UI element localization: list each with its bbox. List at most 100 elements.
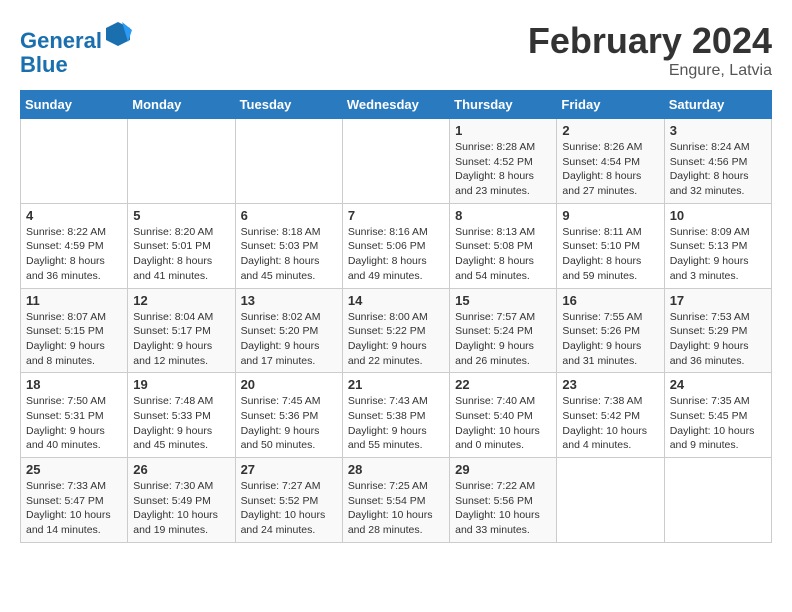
day-info: Sunrise: 7:38 AM Sunset: 5:42 PM Dayligh… — [562, 394, 658, 453]
calendar-day-cell: 25Sunrise: 7:33 AM Sunset: 5:47 PM Dayli… — [21, 458, 128, 543]
calendar-day-cell: 11 Sunrise: 8:07 AM Sunset: 5:15 PM Dayli… — [21, 288, 128, 373]
day-info: Sunrise: 8:24 AM Sunset: 4:56 PM Dayligh… — [670, 140, 766, 199]
calendar-day-cell — [235, 119, 342, 204]
day-number: 5 — [133, 208, 229, 223]
day-number: 7 — [348, 208, 444, 223]
day-number: 10 — [670, 208, 766, 223]
calendar-day-cell: 6 Sunrise: 8:18 AM Sunset: 5:03 PM Daylig… — [235, 203, 342, 288]
day-number: 9 — [562, 208, 658, 223]
calendar-day-cell: 8 Sunrise: 8:13 AM Sunset: 5:08 PM Daylig… — [450, 203, 557, 288]
day-number: 11 — [26, 293, 122, 308]
calendar-day-cell: 22 Sunrise: 7:40 AM Sunset: 5:40 PM Dayli… — [450, 373, 557, 458]
day-info: Sunrise: 7:55 AM Sunset: 5:26 PM Dayligh… — [562, 310, 658, 369]
calendar-day-cell: 10 Sunrise: 8:09 AM Sunset: 5:13 PM Dayli… — [664, 203, 771, 288]
weekday-header-cell: Tuesday — [235, 91, 342, 119]
calendar-day-cell — [664, 458, 771, 543]
calendar-week-row: 25Sunrise: 7:33 AM Sunset: 5:47 PM Dayli… — [21, 458, 772, 543]
day-info: Sunrise: 8:13 AM Sunset: 5:08 PM Dayligh… — [455, 225, 551, 284]
day-number: 14 — [348, 293, 444, 308]
calendar-week-row: 1 Sunrise: 8:28 AM Sunset: 4:52 PM Daylig… — [21, 119, 772, 204]
logo-line2: Blue — [20, 52, 68, 77]
day-number: 25 — [26, 462, 122, 477]
calendar-week-row: 4 Sunrise: 8:22 AM Sunset: 4:59 PM Daylig… — [21, 203, 772, 288]
day-info: Sunrise: 7:43 AM Sunset: 5:38 PM Dayligh… — [348, 394, 444, 453]
day-info: Sunrise: 7:40 AM Sunset: 5:40 PM Dayligh… — [455, 394, 551, 453]
day-info: Sunrise: 8:07 AM Sunset: 5:15 PM Dayligh… — [26, 310, 122, 369]
day-number: 3 — [670, 123, 766, 138]
calendar-day-cell — [128, 119, 235, 204]
day-info: Sunrise: 7:27 AM Sunset: 5:52 PM Dayligh… — [241, 479, 337, 538]
calendar-day-cell: 27 Sunrise: 7:27 AM Sunset: 5:52 PM Dayli… — [235, 458, 342, 543]
calendar-day-cell: 15 Sunrise: 7:57 AM Sunset: 5:24 PM Dayli… — [450, 288, 557, 373]
day-info: Sunrise: 7:22 AM Sunset: 5:56 PM Dayligh… — [455, 479, 551, 538]
weekday-header-cell: Friday — [557, 91, 664, 119]
calendar-day-cell: 18 Sunrise: 7:50 AM Sunset: 5:31 PM Dayli… — [21, 373, 128, 458]
day-info: Sunrise: 8:26 AM Sunset: 4:54 PM Dayligh… — [562, 140, 658, 199]
day-info: Sunrise: 8:28 AM Sunset: 4:52 PM Dayligh… — [455, 140, 551, 199]
day-info: Sunrise: 7:45 AM Sunset: 5:36 PM Dayligh… — [241, 394, 337, 453]
calendar-day-cell — [557, 458, 664, 543]
day-number: 27 — [241, 462, 337, 477]
calendar-day-cell — [342, 119, 449, 204]
calendar-day-cell: 14 Sunrise: 8:00 AM Sunset: 5:22 PM Dayli… — [342, 288, 449, 373]
sub-title: Engure, Latvia — [528, 62, 772, 80]
day-number: 23 — [562, 377, 658, 392]
calendar-week-row: 18 Sunrise: 7:50 AM Sunset: 5:31 PM Dayli… — [21, 373, 772, 458]
weekday-header-cell: Sunday — [21, 91, 128, 119]
logo-text: General Blue — [20, 20, 132, 77]
day-number: 21 — [348, 377, 444, 392]
day-info: Sunrise: 7:53 AM Sunset: 5:29 PM Dayligh… — [670, 310, 766, 369]
day-info: Sunrise: 8:20 AM Sunset: 5:01 PM Dayligh… — [133, 225, 229, 284]
day-number: 22 — [455, 377, 551, 392]
weekday-header-cell: Thursday — [450, 91, 557, 119]
calendar-day-cell: 2Sunrise: 8:26 AM Sunset: 4:54 PM Daylig… — [557, 119, 664, 204]
calendar-week-row: 11 Sunrise: 8:07 AM Sunset: 5:15 PM Dayli… — [21, 288, 772, 373]
calendar-day-cell: 23 Sunrise: 7:38 AM Sunset: 5:42 PM Dayli… — [557, 373, 664, 458]
day-info: Sunrise: 7:50 AM Sunset: 5:31 PM Dayligh… — [26, 394, 122, 453]
day-number: 4 — [26, 208, 122, 223]
day-number: 18 — [26, 377, 122, 392]
calendar-day-cell: 21 Sunrise: 7:43 AM Sunset: 5:38 PM Dayli… — [342, 373, 449, 458]
day-info: Sunrise: 8:00 AM Sunset: 5:22 PM Dayligh… — [348, 310, 444, 369]
day-info: Sunrise: 8:22 AM Sunset: 4:59 PM Dayligh… — [26, 225, 122, 284]
day-number: 24 — [670, 377, 766, 392]
logo-line1: General — [20, 28, 102, 53]
day-number: 29 — [455, 462, 551, 477]
calendar-day-cell: 16Sunrise: 7:55 AM Sunset: 5:26 PM Dayli… — [557, 288, 664, 373]
main-title: February 2024 — [528, 20, 772, 62]
day-number: 15 — [455, 293, 551, 308]
calendar-day-cell: 9 Sunrise: 8:11 AM Sunset: 5:10 PM Daylig… — [557, 203, 664, 288]
day-number: 8 — [455, 208, 551, 223]
weekday-header-cell: Monday — [128, 91, 235, 119]
calendar-day-cell: 19 Sunrise: 7:48 AM Sunset: 5:33 PM Dayli… — [128, 373, 235, 458]
day-number: 26 — [133, 462, 229, 477]
calendar-day-cell: 3 Sunrise: 8:24 AM Sunset: 4:56 PM Daylig… — [664, 119, 771, 204]
calendar-day-cell: 7 Sunrise: 8:16 AM Sunset: 5:06 PM Daylig… — [342, 203, 449, 288]
day-info: Sunrise: 7:48 AM Sunset: 5:33 PM Dayligh… — [133, 394, 229, 453]
day-number: 6 — [241, 208, 337, 223]
weekday-header-cell: Wednesday — [342, 91, 449, 119]
logo-icon — [104, 20, 132, 48]
calendar-body: 1 Sunrise: 8:28 AM Sunset: 4:52 PM Daylig… — [21, 119, 772, 543]
day-number: 12 — [133, 293, 229, 308]
day-number: 19 — [133, 377, 229, 392]
day-info: Sunrise: 8:18 AM Sunset: 5:03 PM Dayligh… — [241, 225, 337, 284]
day-info: Sunrise: 8:04 AM Sunset: 5:17 PM Dayligh… — [133, 310, 229, 369]
day-info: Sunrise: 8:11 AM Sunset: 5:10 PM Dayligh… — [562, 225, 658, 284]
day-info: Sunrise: 7:30 AM Sunset: 5:49 PM Dayligh… — [133, 479, 229, 538]
day-number: 20 — [241, 377, 337, 392]
day-info: Sunrise: 8:16 AM Sunset: 5:06 PM Dayligh… — [348, 225, 444, 284]
weekday-header-row: SundayMondayTuesdayWednesdayThursdayFrid… — [21, 91, 772, 119]
title-block: February 2024 Engure, Latvia — [528, 20, 772, 80]
day-info: Sunrise: 7:57 AM Sunset: 5:24 PM Dayligh… — [455, 310, 551, 369]
day-number: 17 — [670, 293, 766, 308]
day-info: Sunrise: 7:25 AM Sunset: 5:54 PM Dayligh… — [348, 479, 444, 538]
calendar-day-cell: 17 Sunrise: 7:53 AM Sunset: 5:29 PM Dayli… — [664, 288, 771, 373]
day-info: Sunrise: 8:09 AM Sunset: 5:13 PM Dayligh… — [670, 225, 766, 284]
calendar-day-cell: 24Sunrise: 7:35 AM Sunset: 5:45 PM Dayli… — [664, 373, 771, 458]
weekday-header-cell: Saturday — [664, 91, 771, 119]
day-number: 1 — [455, 123, 551, 138]
calendar-day-cell — [21, 119, 128, 204]
day-number: 28 — [348, 462, 444, 477]
calendar-day-cell: 13Sunrise: 8:02 AM Sunset: 5:20 PM Dayli… — [235, 288, 342, 373]
